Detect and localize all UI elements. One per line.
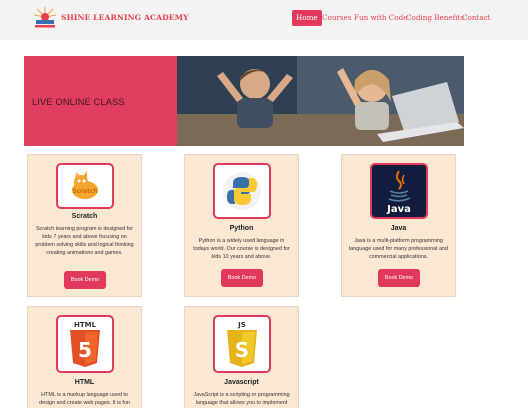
nav-contact[interactable]: Contact — [462, 10, 491, 26]
course-title: Java — [390, 225, 407, 232]
book-demo-button[interactable]: Book Demo — [221, 269, 263, 287]
svg-text:Java: Java — [386, 204, 411, 215]
course-image-scratch: Scratch — [56, 163, 114, 209]
course-description: HTML is a markup language used to design… — [39, 392, 130, 406]
course-title: Scratch — [71, 213, 98, 220]
course-image-java: Java — [370, 163, 428, 219]
javascript-logo-icon: JS S — [227, 321, 257, 367]
svg-text:5: 5 — [78, 338, 92, 362]
course-card-scratch: Scratch Scratch Scratch learning program… — [27, 154, 142, 297]
svg-text:S: S — [235, 338, 249, 362]
course-title: HTML — [74, 379, 95, 386]
course-description: Java is a multi-platform programming lan… — [349, 238, 448, 260]
course-card-java: Java Java Java is a multi-platform progr… — [341, 154, 456, 297]
course-card-python: Python Python is a widely used language … — [184, 154, 299, 297]
brand-name[interactable]: SHINE LEARNING ACADEMY — [61, 13, 189, 22]
course-description: Python is a widely used language in toda… — [193, 238, 290, 260]
course-description: Scratch learning program is designed for… — [35, 226, 134, 256]
nav-fun-with-code[interactable]: Fun with Code — [354, 10, 407, 26]
hero-banner: LIVE ONLINE CLASS — [24, 56, 464, 146]
course-title: Javascript — [224, 379, 259, 386]
nav-courses[interactable]: Courses — [322, 10, 352, 26]
course-image-python — [213, 163, 271, 219]
banner-title: LIVE ONLINE CLASS — [32, 97, 125, 107]
course-image-javascript: JS S — [213, 315, 271, 373]
course-title: Python — [229, 225, 254, 232]
course-card-javascript: JS S Javascript JavaScript is a scriptin… — [184, 306, 299, 408]
kids-with-laptop-photo — [177, 56, 464, 146]
course-image-html: HTML 5 — [56, 315, 114, 373]
python-logo-icon — [223, 172, 261, 210]
book-demo-button[interactable]: Book Demo — [64, 271, 106, 289]
site-header: SHINE LEARNING ACADEMY Home Courses Fun … — [0, 0, 528, 40]
book-demo-button[interactable]: Book Demo — [378, 269, 420, 287]
svg-text:HTML: HTML — [74, 321, 97, 329]
html5-logo-icon: HTML 5 — [70, 321, 100, 367]
nav-coding-benefits[interactable]: Coding Benefits — [406, 10, 464, 26]
nav-home[interactable]: Home — [292, 10, 322, 26]
svg-text:JS: JS — [237, 321, 246, 329]
course-description: JavaScript is a scripting or programming… — [193, 392, 290, 406]
java-logo-icon: Java — [386, 170, 411, 215]
course-card-html: HTML 5 HTML HTML is a markup language us… — [27, 306, 142, 408]
svg-text:Scratch: Scratch — [72, 188, 98, 195]
scratch-cat-icon: Scratch — [72, 171, 98, 199]
academy-logo[interactable] — [30, 4, 60, 30]
